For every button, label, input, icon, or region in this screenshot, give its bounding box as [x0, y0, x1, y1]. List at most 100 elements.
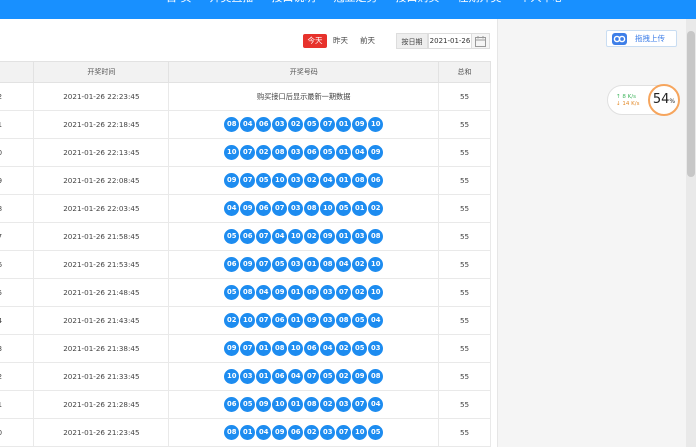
calendar-button[interactable] [472, 33, 490, 49]
number-ball: 03 [288, 145, 304, 160]
number-ball: 05 [352, 313, 368, 328]
number-ball: 09 [304, 313, 320, 328]
day-before-button[interactable]: 前天 [360, 34, 375, 48]
number-ball: 03 [352, 229, 368, 244]
number-ball: 09 [224, 341, 240, 356]
results-table: 开奖时间 开奖号码 总和 22021-01-26 22:23:45购买接口后显示… [0, 61, 491, 447]
number-ball: 05 [304, 117, 320, 132]
issue-header [0, 61, 35, 83]
number-ball: 09 [352, 117, 368, 132]
time-cell: 2021-01-26 22:03:45 [33, 194, 170, 223]
table-row: 12021-01-26 22:18:4508040603020507010910… [0, 110, 491, 139]
sum-cell: 55 [438, 222, 491, 251]
number-ball: 09 [256, 397, 272, 412]
number-ball: 06 [240, 229, 256, 244]
number-ball: 10 [240, 313, 256, 328]
issue-cell: 7 [0, 222, 35, 251]
nav-item[interactable]: 首 页 [166, 0, 192, 5]
time-header: 开奖时间 [33, 61, 170, 83]
number-ball: 01 [240, 425, 256, 440]
number-ball: 07 [320, 117, 336, 132]
number-ball: 05 [352, 341, 368, 356]
number-ball: 05 [224, 285, 240, 300]
nav-item[interactable]: 冠亚走势 [334, 0, 378, 5]
number-ball: 02 [352, 285, 368, 300]
number-ball: 01 [336, 145, 352, 160]
number-ball: 06 [272, 313, 288, 328]
number-ball: 03 [240, 369, 256, 384]
upload-button[interactable]: 拖拽上传 [606, 30, 677, 47]
time-cell: 2021-01-26 21:58:45 [33, 222, 170, 251]
page-scrollbar[interactable] [686, 19, 696, 447]
number-ball: 04 [368, 397, 384, 412]
network-speed-widget[interactable]: ↑ 8 K/s ↓ 14 K/s 54% [607, 84, 680, 116]
number-ball: 04 [288, 369, 304, 384]
number-ball: 03 [368, 341, 384, 356]
download-speed: ↓ 14 K/s [616, 101, 640, 107]
number-ball: 01 [288, 285, 304, 300]
numbers-header: 开奖号码 [168, 61, 440, 83]
nav-item[interactable]: 接口购买 [396, 0, 440, 5]
number-ball: 09 [368, 145, 384, 160]
number-ball: 06 [368, 173, 384, 188]
number-ball: 10 [368, 257, 384, 272]
sum-header: 总和 [438, 61, 491, 83]
table-row: 02021-01-26 21:23:4508010409060203071005… [0, 418, 491, 447]
number-ball: 03 [288, 173, 304, 188]
number-ball: 10 [288, 229, 304, 244]
yesterday-button[interactable]: 昨天 [333, 34, 348, 48]
numbers-cell: 04 09 06 07 03 08 10 05 01 02 [168, 194, 440, 223]
upload-label: 拖拽上传 [635, 34, 665, 43]
number-ball: 06 [224, 257, 240, 272]
memory-gauge: 54% [648, 84, 680, 116]
number-ball: 09 [240, 201, 256, 216]
gauge-unit: % [669, 98, 676, 105]
number-ball: 07 [352, 397, 368, 412]
number-ball: 06 [288, 425, 304, 440]
number-ball: 01 [256, 369, 272, 384]
number-ball: 03 [320, 313, 336, 328]
number-ball: 02 [288, 117, 304, 132]
numbers-cell: 10 07 02 08 03 06 05 01 04 09 [168, 138, 440, 167]
number-ball: 09 [352, 369, 368, 384]
number-ball: 02 [304, 173, 320, 188]
nav-item[interactable]: 接口说明 [272, 0, 316, 5]
number-ball: 04 [272, 229, 288, 244]
table-row: 82021-01-26 22:03:4504090607030810050102… [0, 194, 491, 223]
number-ball: 04 [256, 285, 272, 300]
nav-item[interactable]: 开奖直播 [210, 0, 254, 5]
today-button[interactable]: 今天 [303, 34, 327, 48]
nav-item[interactable]: 个人中心 [520, 0, 564, 5]
issue-cell: 0 [0, 138, 35, 167]
number-ball: 10 [224, 369, 240, 384]
number-ball: 07 [272, 201, 288, 216]
number-ball: 05 [368, 425, 384, 440]
number-ball: 03 [272, 117, 288, 132]
time-cell: 2021-01-26 21:38:45 [33, 334, 170, 363]
table-row: 12021-01-26 21:28:4506050910010802030704… [0, 390, 491, 419]
number-ball: 03 [320, 425, 336, 440]
numbers-cell: 05 08 04 09 01 06 03 07 02 10 [168, 278, 440, 307]
number-ball: 09 [240, 257, 256, 272]
scrollbar-thumb[interactable] [687, 31, 695, 177]
nav-item[interactable]: 往期开奖 [458, 0, 502, 5]
number-ball: 08 [352, 173, 368, 188]
time-cell: 2021-01-26 21:53:45 [33, 250, 170, 279]
time-cell: 2021-01-26 21:33:45 [33, 362, 170, 391]
number-ball: 03 [288, 201, 304, 216]
sum-cell: 55 [438, 306, 491, 335]
date-input[interactable]: 2021-01-26 [428, 33, 472, 49]
number-ball: 05 [240, 397, 256, 412]
number-ball: 07 [240, 145, 256, 160]
number-ball: 07 [240, 173, 256, 188]
number-ball: 08 [240, 285, 256, 300]
number-ball: 06 [304, 145, 320, 160]
number-ball: 01 [304, 257, 320, 272]
number-ball: 06 [256, 117, 272, 132]
number-ball: 08 [224, 117, 240, 132]
number-ball: 02 [368, 201, 384, 216]
numbers-cell: 06 09 07 05 03 01 08 04 02 10 [168, 250, 440, 279]
table-header-row: 开奖时间 开奖号码 总和 [0, 61, 491, 83]
sum-cell: 55 [438, 334, 491, 363]
number-ball: 08 [320, 257, 336, 272]
